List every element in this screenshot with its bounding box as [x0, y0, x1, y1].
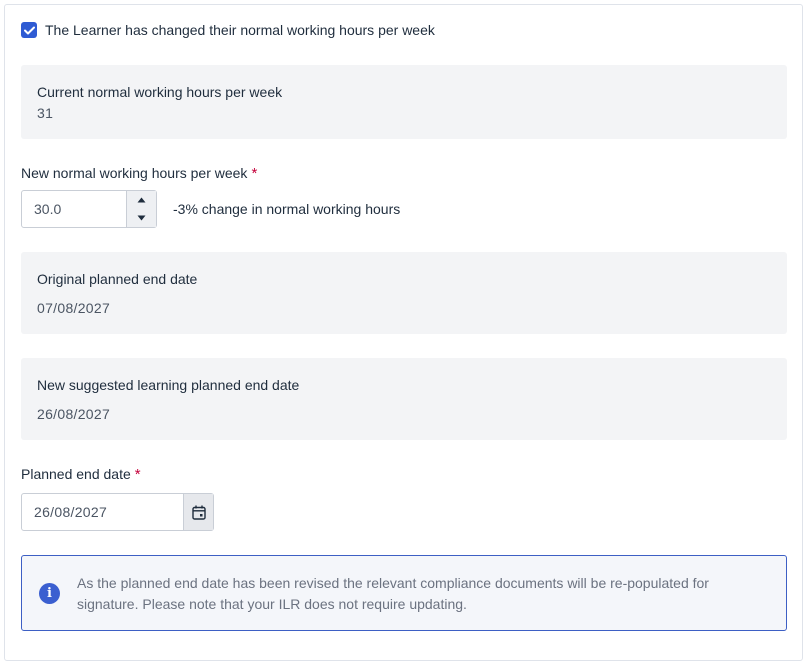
new-hours-label: New normal working hours per week — [21, 165, 248, 181]
current-hours-value: 31 — [37, 105, 54, 121]
calendar-button[interactable] — [183, 494, 213, 530]
suggested-end-date-panel: New suggested learning planned end date … — [21, 358, 787, 440]
info-alert: i As the planned end date has been revis… — [21, 555, 787, 631]
current-hours-panel: Current normal working hours per week 31 — [21, 65, 787, 139]
original-end-date-label: Original planned end date — [37, 271, 198, 287]
working-hours-changed-row[interactable]: The Learner has changed their normal wor… — [21, 22, 435, 38]
suggested-end-date-value: 26/08/2027 — [37, 406, 111, 422]
current-hours-label: Current normal working hours per week — [37, 84, 283, 100]
planned-end-date-input[interactable]: 26/08/2027 — [21, 493, 214, 531]
working-hours-changed-checkbox[interactable] — [21, 22, 37, 38]
suggested-end-date-label: New suggested learning planned end date — [37, 377, 300, 393]
new-hours-input[interactable]: 30.0 — [22, 191, 126, 227]
stepper-buttons — [126, 191, 156, 227]
hours-change-text: -3% change in normal working hours — [173, 201, 401, 217]
original-end-date-panel: Original planned end date 07/08/2027 — [21, 252, 787, 334]
decrement-button[interactable] — [127, 209, 156, 227]
caret-down-icon — [137, 215, 146, 221]
planned-end-date-label: Planned end date — [21, 466, 131, 482]
new-hours-stepper[interactable]: 30.0 — [21, 190, 157, 228]
working-hours-changed-label[interactable]: The Learner has changed their normal wor… — [45, 22, 435, 38]
planned-end-date-value[interactable]: 26/08/2027 — [22, 494, 183, 530]
info-icon: i — [39, 583, 60, 604]
checkmark-icon — [23, 26, 35, 34]
required-marker: * — [134, 466, 141, 483]
new-hours-label-row: New normal working hours per week * — [21, 165, 257, 182]
original-end-date-value: 07/08/2027 — [37, 300, 111, 316]
calendar-icon — [191, 505, 206, 520]
planned-end-date-label-row: Planned end date * — [21, 466, 141, 483]
caret-up-icon — [137, 197, 146, 203]
increment-button[interactable] — [127, 191, 156, 209]
required-marker: * — [251, 165, 258, 182]
info-text: As the planned end date has been revised… — [77, 575, 709, 612]
